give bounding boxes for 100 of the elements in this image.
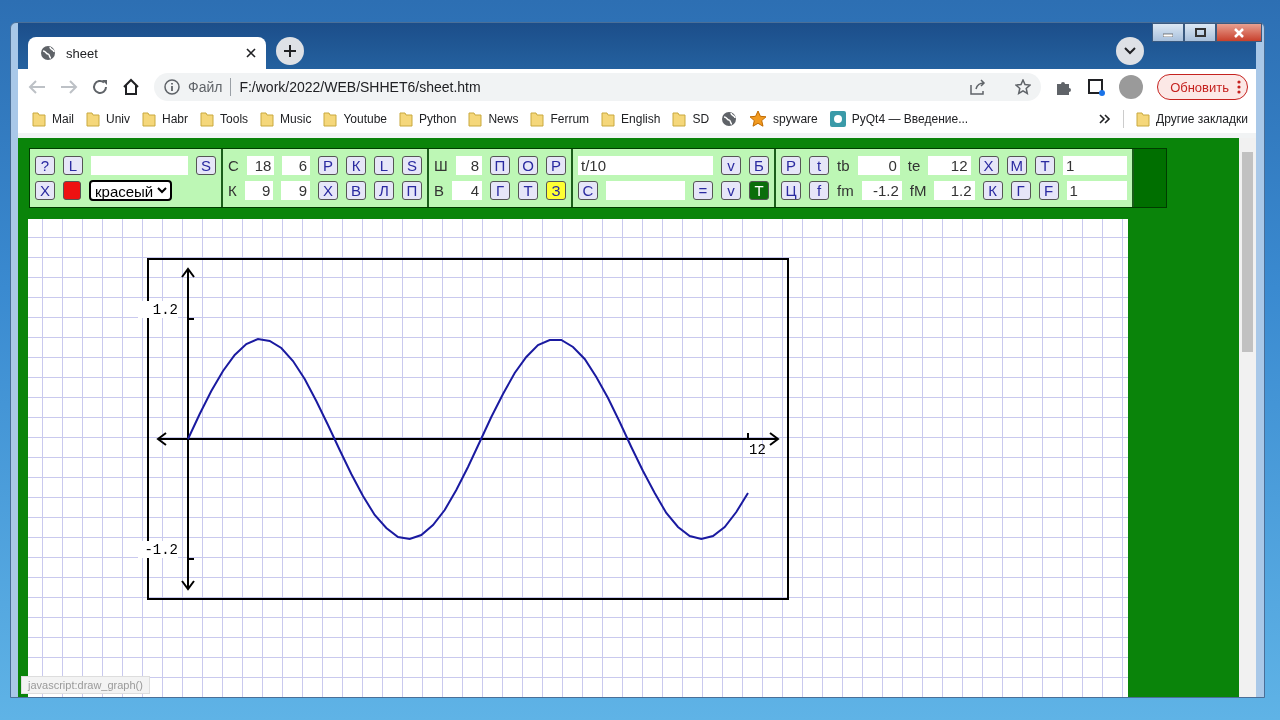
- chevron-down-icon: [1124, 47, 1136, 55]
- update-button[interactable]: Обновить: [1157, 74, 1248, 100]
- toolbar-button[interactable]: S: [196, 156, 216, 175]
- folder-icon: [399, 111, 413, 127]
- toolbar-button[interactable]: Б: [749, 156, 769, 175]
- text-field[interactable]: [91, 156, 188, 175]
- toolbar-button[interactable]: L: [63, 156, 83, 175]
- bookmark-item[interactable]: SD: [672, 111, 710, 127]
- number-field[interactable]: 4: [452, 181, 482, 200]
- toolbar-button[interactable]: Ц: [781, 181, 801, 200]
- toolbar-button[interactable]: Р: [318, 156, 338, 175]
- square-logo-icon: [829, 111, 846, 127]
- toolbar-button[interactable]: К: [982, 181, 1003, 200]
- bookmark-item[interactable]: [721, 111, 738, 127]
- browser-tab[interactable]: sheet: [28, 37, 266, 69]
- address-bar[interactable]: Файл F:/work/2022/WEB/SHHET6/sheet.htm: [154, 73, 1042, 101]
- toolbar-button[interactable]: М: [1006, 156, 1027, 175]
- toolbar-button[interactable]: О: [518, 156, 538, 175]
- minimize-button[interactable]: [1152, 23, 1184, 42]
- toolbar-button[interactable]: t: [809, 156, 829, 175]
- field-label: Ш: [434, 157, 448, 174]
- close-icon[interactable]: [246, 48, 256, 58]
- folder-icon: [1136, 111, 1151, 127]
- toolbar-button[interactable]: F: [1038, 181, 1059, 200]
- share-icon[interactable]: [969, 79, 988, 95]
- toolbar-button[interactable]: Г: [490, 181, 510, 200]
- profile-avatar[interactable]: [1119, 75, 1144, 99]
- toolbar-button[interactable]: v: [721, 181, 741, 200]
- bookmark-item[interactable]: News: [468, 111, 519, 127]
- toolbar-button[interactable]: Х: [978, 156, 999, 175]
- double-chevron-icon[interactable]: [1099, 114, 1112, 124]
- number-field[interactable]: 8: [455, 156, 482, 175]
- toolbar-button[interactable]: v: [721, 156, 741, 175]
- info-icon: [164, 79, 180, 95]
- number-field[interactable]: 0: [857, 156, 900, 175]
- home-icon[interactable]: [122, 78, 140, 96]
- tab-search-button[interactable]: [1116, 37, 1144, 65]
- text-field[interactable]: 1: [1063, 156, 1127, 175]
- toolbar-button[interactable]: Т: [749, 181, 769, 200]
- toolbar-button[interactable]: Г: [1010, 181, 1031, 200]
- url-text: F:/work/2022/WEB/SHHET6/sheet.htm: [239, 79, 482, 95]
- text-field[interactable]: t/10: [578, 156, 713, 175]
- color-swatch[interactable]: [63, 181, 81, 200]
- toolbar-button[interactable]: К: [346, 156, 366, 175]
- bookmark-item[interactable]: English: [601, 111, 661, 127]
- bookmark-item[interactable]: Music: [260, 111, 312, 127]
- toolbar-button[interactable]: С: [578, 181, 598, 200]
- folder-icon: [142, 111, 157, 127]
- scrollbar[interactable]: [1239, 138, 1256, 697]
- toolbar-button[interactable]: Х: [318, 181, 338, 200]
- toolbar-button[interactable]: Т: [1035, 156, 1055, 175]
- bookmark-item[interactable]: Другие закладки: [1136, 111, 1248, 127]
- number-field[interactable]: 9: [281, 181, 310, 200]
- bookmark-item[interactable]: Python: [399, 111, 457, 127]
- toolbar-button[interactable]: =: [693, 181, 713, 200]
- folder-icon: [468, 111, 483, 127]
- number-field[interactable]: 6: [282, 156, 310, 175]
- maximize-button[interactable]: [1184, 23, 1216, 42]
- toolbar-button[interactable]: S: [402, 156, 422, 175]
- bookmark-item[interactable]: Mail: [32, 111, 74, 127]
- bookmark-item[interactable]: PyQt4 — Введение...: [829, 111, 969, 127]
- folder-icon: [601, 111, 616, 127]
- toolbar-button[interactable]: ?: [35, 156, 55, 175]
- toolbar-button[interactable]: П: [490, 156, 510, 175]
- bookmark-item[interactable]: Tools: [200, 111, 249, 127]
- number-field[interactable]: -1.2: [861, 181, 902, 200]
- toolbar-button[interactable]: X: [35, 181, 55, 200]
- number-field[interactable]: 9: [244, 181, 274, 200]
- text-field[interactable]: 1: [1066, 181, 1127, 200]
- toolbar-button[interactable]: Л: [374, 181, 394, 200]
- toolbar-button[interactable]: В: [346, 181, 366, 200]
- status-text: javascript:draw_graph(): [21, 676, 150, 694]
- bookmark-item[interactable]: Youtube: [323, 111, 387, 127]
- number-field[interactable]: 18: [246, 156, 275, 175]
- number-field[interactable]: 1.2: [934, 181, 975, 200]
- toolbar-button[interactable]: П: [402, 181, 422, 200]
- axis-label: -1.2: [144, 542, 178, 558]
- bookmark-item[interactable]: spyware: [749, 110, 818, 128]
- side-panel-icon[interactable]: [1087, 78, 1106, 96]
- field-label: tb: [837, 157, 850, 174]
- bookmark-item[interactable]: Habr: [142, 111, 189, 127]
- toolbar-button[interactable]: Р: [781, 156, 801, 175]
- toolbar-button[interactable]: З: [546, 181, 566, 200]
- text-field[interactable]: [606, 181, 685, 200]
- color-select[interactable]: красеый: [89, 180, 172, 201]
- close-button[interactable]: [1216, 23, 1262, 42]
- new-tab-button[interactable]: [276, 37, 304, 65]
- folder-icon: [260, 111, 275, 127]
- bookmark-item[interactable]: Ferrum: [530, 111, 590, 127]
- globe-icon: [40, 45, 56, 61]
- toolbar-button[interactable]: f: [809, 181, 829, 200]
- toolbar-button[interactable]: Р: [546, 156, 566, 175]
- number-field[interactable]: 12: [928, 156, 971, 175]
- reload-icon[interactable]: [92, 79, 108, 95]
- folder-icon: [672, 111, 687, 127]
- plus-icon: [283, 44, 297, 58]
- bookmark-star-icon[interactable]: [1015, 79, 1032, 95]
- toolbar-button[interactable]: L: [374, 156, 394, 175]
- bookmark-item[interactable]: Univ: [86, 111, 131, 127]
- toolbar-button[interactable]: Т: [518, 181, 538, 200]
